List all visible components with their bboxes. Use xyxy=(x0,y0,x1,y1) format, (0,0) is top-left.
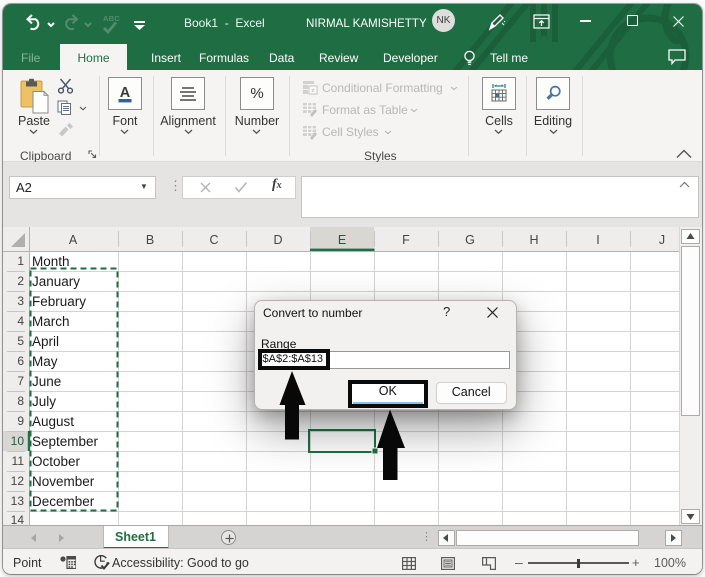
svg-text:F: F xyxy=(402,233,410,247)
svg-text:June: June xyxy=(32,374,61,389)
svg-text:4: 4 xyxy=(17,314,24,328)
svg-text:May: May xyxy=(32,354,58,369)
svg-text:November: November xyxy=(32,474,95,489)
svg-text:December: December xyxy=(32,494,95,509)
svg-text:A: A xyxy=(69,233,78,247)
svg-text:5: 5 xyxy=(17,334,24,348)
svg-text:A: A xyxy=(120,85,131,101)
svg-text:ABC: ABC xyxy=(103,14,120,23)
svg-text:14: 14 xyxy=(11,513,25,525)
svg-text:E: E xyxy=(338,233,346,247)
svg-text:February: February xyxy=(32,294,86,309)
svg-text:H: H xyxy=(529,233,538,247)
svg-text:January: January xyxy=(32,274,80,289)
svg-text:C: C xyxy=(209,233,218,247)
svg-text:I: I xyxy=(596,233,599,247)
svg-text:13: 13 xyxy=(11,494,25,508)
svg-text:D: D xyxy=(273,233,282,247)
svg-text:12: 12 xyxy=(11,474,25,488)
svg-text:11: 11 xyxy=(12,454,25,468)
svg-text:8: 8 xyxy=(17,394,24,408)
svg-text:April: April xyxy=(32,334,59,349)
svg-text:7: 7 xyxy=(17,374,24,388)
svg-text:10: 10 xyxy=(11,434,25,448)
svg-text:G: G xyxy=(465,233,475,247)
svg-text:October: October xyxy=(32,454,81,469)
svg-text:September: September xyxy=(32,434,99,449)
svg-text:9: 9 xyxy=(17,414,24,428)
svg-text:2: 2 xyxy=(17,274,24,288)
svg-text:3: 3 xyxy=(17,294,24,308)
svg-text:March: March xyxy=(32,314,70,329)
svg-text:J: J xyxy=(659,233,665,247)
svg-text:≠: ≠ xyxy=(311,88,315,95)
svg-text:July: July xyxy=(32,394,56,409)
svg-text:6: 6 xyxy=(17,354,24,368)
svg-text:August: August xyxy=(32,414,74,429)
svg-text:B: B xyxy=(146,233,154,247)
svg-text:1: 1 xyxy=(17,254,24,268)
svg-text:Month: Month xyxy=(32,254,70,269)
